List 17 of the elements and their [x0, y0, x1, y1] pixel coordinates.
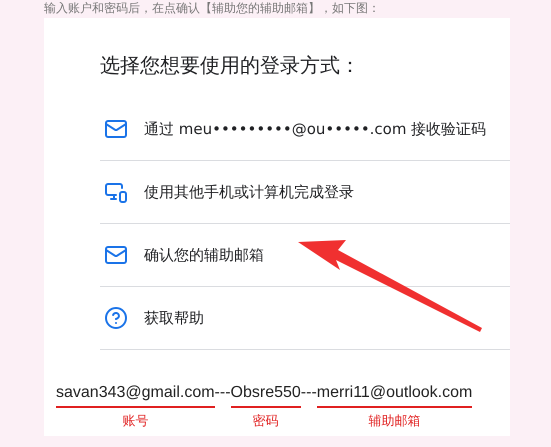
devices-icon — [104, 180, 128, 204]
caption-text: 输入账户和密码后，在点确认【辅助您的辅助邮箱】，如下图： — [44, 0, 381, 16]
separator-text: --- — [214, 384, 231, 402]
sign-in-option[interactable]: 通过 meu•••••••••@ou•••••.com 接收验证码 — [100, 98, 510, 161]
credential-value: merri11@outlook.com — [316, 384, 472, 408]
credential-value: savan343@gmail.com — [56, 384, 215, 408]
sign-in-option[interactable]: 使用其他手机或计算机完成登录 — [100, 161, 510, 224]
credential-label: 辅助邮箱 — [368, 413, 422, 430]
help-icon — [104, 306, 128, 330]
page-title: 选择您想要使用的登录方式： — [100, 52, 361, 79]
credential-label: 账号 — [121, 413, 150, 430]
mail-icon — [104, 117, 128, 141]
separator-text: --- — [300, 384, 317, 402]
arrow-icon — [298, 240, 482, 332]
credential-value: Obsre550 — [230, 384, 301, 408]
credential-label: 密码 — [252, 413, 280, 430]
mail-icon — [104, 243, 128, 267]
